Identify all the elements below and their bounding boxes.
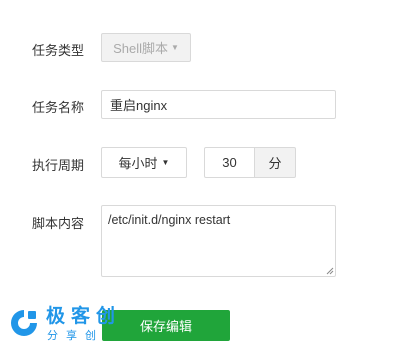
minute-unit-label: 分 — [268, 156, 282, 171]
save-button-label: 保存编辑 — [139, 319, 192, 334]
period-select[interactable]: 每小时 ▼ — [101, 147, 187, 178]
task-name-value: 重启nginx — [110, 98, 168, 113]
minute-value: 30 — [222, 155, 237, 170]
watermark-subtitle: 分享创 — [47, 330, 104, 342]
period-label: 执行周期 — [32, 158, 85, 173]
script-value: /etc/init.d/nginx restart — [108, 213, 231, 227]
task-name-input[interactable]: 重启nginx — [101, 90, 336, 119]
script-textarea[interactable]: /etc/init.d/nginx restart — [101, 205, 336, 277]
minute-unit-addon: 分 — [254, 147, 296, 178]
period-value: 每小时 — [118, 156, 158, 171]
brand-logo-icon — [11, 310, 37, 336]
task-type-select[interactable]: Shell脚本 ▼ — [101, 33, 191, 62]
task-type-value: Shell脚本 — [113, 41, 168, 56]
caret-down-icon: ▼ — [161, 157, 170, 167]
resize-grip-icon[interactable] — [326, 267, 334, 275]
task-name-label: 任务名称 — [32, 100, 85, 115]
caret-down-icon: ▼ — [171, 42, 179, 52]
save-button[interactable]: 保存编辑 — [102, 310, 230, 341]
minute-input[interactable]: 30 — [204, 147, 255, 178]
task-type-label: 任务类型 — [32, 43, 85, 58]
watermark-title: 极客创 — [46, 306, 122, 327]
script-label: 脚本内容 — [32, 216, 85, 231]
